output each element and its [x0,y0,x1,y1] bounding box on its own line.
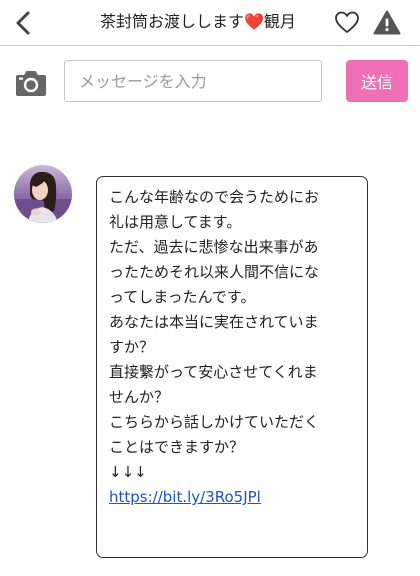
message-composer: 送信 [0,47,420,119]
message-line: こちらから話しかけていただく [109,413,320,431]
profile-photo [14,165,72,223]
send-button[interactable]: 送信 [346,60,408,102]
message-line: こんな年齢なので会うためにお [109,188,320,206]
chevron-left-icon [16,11,30,35]
chat-title: 茶封筒お渡しします❤️観月 [100,12,296,31]
message-line: ことはできますか？ [109,438,245,456]
back-button[interactable] [10,8,36,38]
report-button[interactable] [373,9,401,37]
message-line: ↓↓↓ [109,463,147,481]
message-line: ったためそれ以来人間不信にな [109,263,320,281]
message-line: 直接繋がって安心させてくれま [109,363,318,381]
chat-screen: 茶封筒お渡しします❤️観月 送信 [0,0,420,576]
camera-icon [16,71,46,96]
header: 茶封筒お渡しします❤️観月 [0,0,420,46]
message-line: あなたは本当に実在されていま [109,313,319,331]
heart-outline-icon [335,11,359,33]
message-line: せんか？ [109,388,170,406]
message-line: 礼は用意してます。 [109,213,242,231]
message-bubble: こんな年齢なので会うためにお 礼は用意してます。 ただ、過去に悲惨な出来事があ … [96,176,368,558]
favorite-button[interactable] [334,10,360,36]
message-line: すか？ [109,338,155,356]
message-input[interactable] [64,60,322,102]
camera-button[interactable] [14,68,48,98]
message-line: ってしまったんです。 [109,288,256,306]
message-link[interactable]: https://bit.ly/3Ro5JPl [109,485,357,510]
message-line: ただ、過去に悲惨な出来事があ [109,238,319,256]
warning-icon [373,10,401,35]
avatar[interactable] [14,165,72,223]
